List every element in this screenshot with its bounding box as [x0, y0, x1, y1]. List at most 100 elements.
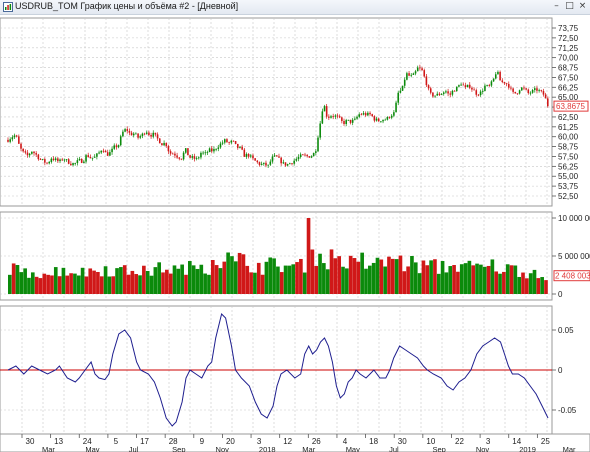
volume-bar: [230, 256, 234, 294]
candle-body: [59, 159, 61, 162]
volume-bar: [505, 264, 510, 294]
volume-bar: [291, 264, 296, 294]
candle-body: [210, 148, 213, 152]
close-button[interactable]: ×: [577, 1, 588, 12]
price-axis-label: 57,50: [558, 152, 579, 161]
volume-bar: [440, 261, 445, 294]
candle-body: [48, 161, 50, 164]
candle-body: [154, 132, 157, 135]
candle-body: [540, 90, 543, 92]
candle-body: [100, 150, 103, 153]
time-axis-day-label: 9: [200, 437, 205, 446]
volume-bar: [184, 274, 188, 294]
candle-body: [295, 159, 298, 161]
volume-bar: [540, 277, 544, 294]
candle-body: [161, 143, 163, 146]
chart-area[interactable]: 73,7572,5071,2570,0068,7567,5066,2565,00…: [0, 14, 590, 452]
candle-body: [510, 87, 512, 89]
volume-bar: [402, 271, 407, 294]
time-axis-month-label: 2019: [519, 445, 536, 452]
candle-body: [128, 130, 131, 133]
window-titlebar[interactable]: USDRUB_TOM График цены и объёма #2 - [Дн…: [0, 0, 590, 15]
candle-body: [416, 67, 419, 72]
candle-body: [213, 149, 215, 152]
candle-body: [169, 151, 172, 154]
candle-body: [215, 148, 217, 150]
candle-body: [497, 71, 499, 75]
candle-body: [466, 84, 469, 88]
candle-body: [358, 114, 360, 117]
candle-body: [293, 160, 295, 164]
maximize-button[interactable]: □: [564, 1, 575, 12]
volume-bar: [502, 271, 506, 294]
candle-body: [263, 162, 265, 164]
candle-body: [230, 140, 233, 143]
candle-body: [330, 116, 332, 118]
volume-bar: [375, 257, 380, 294]
volume-bar: [30, 272, 35, 294]
candle-body: [145, 132, 148, 134]
volume-bar: [410, 255, 414, 294]
price-axis-label: 71,25: [558, 44, 579, 53]
volume-bar: [413, 262, 418, 294]
candle-body: [447, 91, 449, 94]
candle-body: [67, 159, 70, 164]
candle-body: [473, 89, 475, 91]
volume-bar: [279, 272, 284, 294]
candle-body: [7, 139, 9, 142]
volume-panel[interactable]: 10 000 000 5 000 000 0 2 408 003: [0, 211, 590, 301]
candle-body: [369, 112, 371, 115]
candle-body: [241, 146, 243, 150]
candle-body: [182, 152, 185, 160]
volume-bar: [513, 265, 518, 294]
volume-bar: [364, 268, 368, 294]
candle-body: [89, 157, 92, 159]
candle-body: [442, 92, 445, 94]
candle-body: [432, 92, 434, 97]
last-volume-label: 2 408 003: [555, 272, 590, 281]
time-axis-month-label: Jul: [129, 445, 139, 452]
candle-body: [206, 151, 209, 153]
candle-body: [197, 157, 200, 159]
candle-body: [512, 88, 514, 92]
time-axis-month-label: Nov: [216, 445, 230, 452]
volume-axis-label: 5 000 000: [558, 252, 590, 261]
volume-bar: [23, 268, 27, 294]
volume-bar: [318, 253, 322, 294]
candle-body: [399, 90, 402, 93]
candle-body: [236, 143, 239, 148]
time-axis-day-label: 13: [54, 437, 63, 446]
volume-bar: [50, 275, 54, 294]
volume-bar: [88, 268, 93, 294]
candle-body: [70, 163, 72, 166]
volume-bar: [329, 249, 334, 294]
candle-body: [488, 85, 491, 86]
time-axis-day-label: 30: [398, 437, 407, 446]
chart-window-icon: [3, 2, 13, 12]
oscillator-panel[interactable]: 0.05 0 -0.05: [0, 305, 577, 435]
candle-body: [460, 84, 462, 86]
candle-body: [310, 156, 313, 158]
price-axis-label: 68,75: [558, 64, 579, 73]
volume-bar: [475, 263, 479, 294]
candle-body: [403, 79, 406, 86]
candle-body: [165, 142, 168, 147]
candle-body: [538, 90, 540, 92]
candle-body: [380, 121, 382, 123]
time-axis: 30 13 24 5 17 28 9 20 3 12 26 4 18 30 10 22 3 14 25Mar May J…: [0, 433, 590, 452]
candle-body: [63, 159, 66, 161]
candle-body: [377, 118, 380, 122]
candle-body: [291, 163, 293, 165]
volume-bar: [92, 270, 96, 294]
candle-body: [33, 151, 35, 154]
candle-body: [302, 154, 304, 156]
price-panel[interactable]: 73,7572,5071,2570,0068,7567,5066,2565,00…: [0, 17, 589, 207]
minimize-button[interactable]: –: [551, 1, 562, 12]
candle-body: [219, 143, 222, 148]
volume-bar: [253, 272, 257, 294]
candle-body: [475, 90, 478, 95]
volume-bar: [157, 262, 161, 294]
candle-body: [520, 87, 523, 91]
volume-bar: [76, 275, 81, 294]
volume-bar: [191, 265, 196, 294]
